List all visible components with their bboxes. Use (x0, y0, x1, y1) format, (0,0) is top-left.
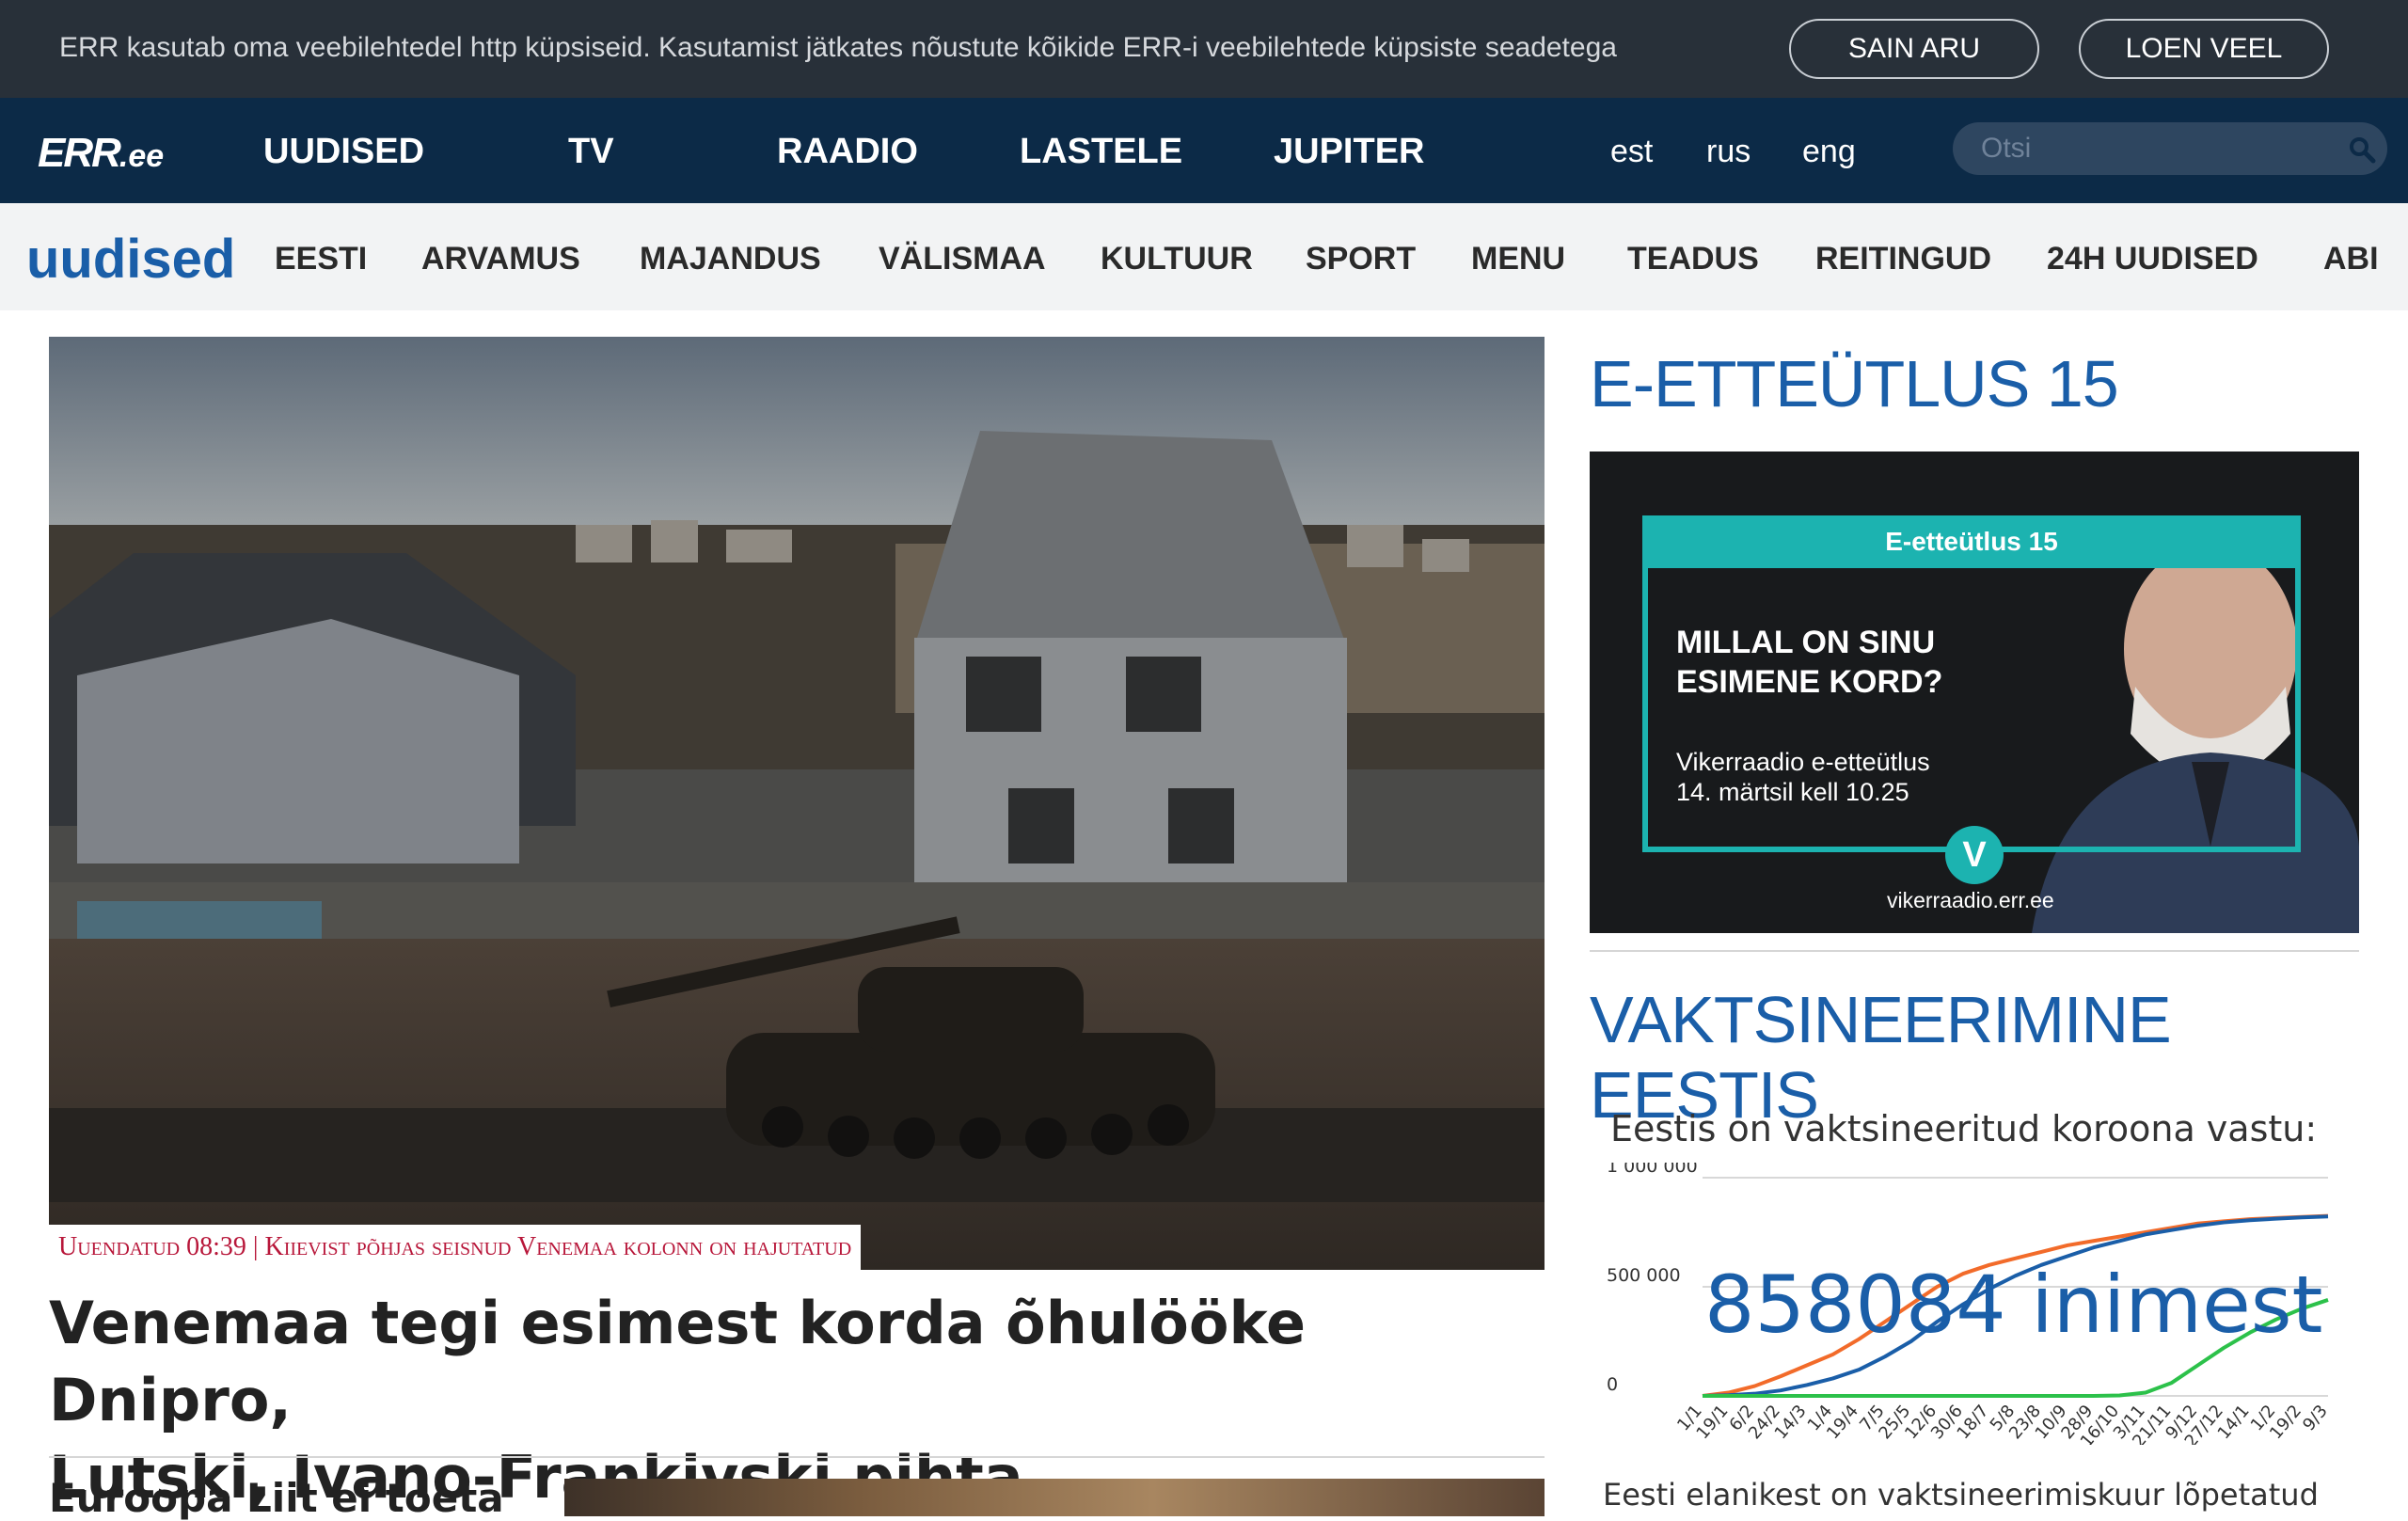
top-nav-lastele[interactable]: LASTELE (1020, 132, 1182, 172)
logo-domain: .ee (119, 138, 165, 174)
vacc-count-value: 858084 (1704, 1259, 2006, 1351)
promo-question-line-1: MILLAL ON SINU (1676, 625, 1936, 660)
cookie-accept-button[interactable]: SAIN ARU (1789, 19, 2039, 79)
section-item-abi[interactable]: ABI (2323, 241, 2379, 277)
chart-y-tick-label: 500 000 (1607, 1265, 1681, 1286)
hero-divider (49, 1456, 1545, 1458)
top-nav: ERR .ee UUDISED TV RAADIO LASTELE JUPITE… (0, 98, 2408, 203)
lang-est[interactable]: est (1610, 134, 1653, 170)
promo-heading[interactable]: E-ETTEÜTLUS 15 (1590, 346, 2119, 421)
vacc-count-readout: 858084 inimest (1704, 1259, 2323, 1351)
section-item-kultuur[interactable]: KULTUUR (1101, 241, 1253, 277)
second-article-title[interactable]: Euroopa Liit ei toeta (49, 1475, 504, 1521)
top-nav-tv[interactable]: TV (568, 132, 614, 172)
cookie-more-button[interactable]: LOEN VEEL (2079, 19, 2329, 79)
section-item-sport[interactable]: SPORT (1306, 241, 1416, 277)
err-logo[interactable]: ERR .ee (38, 130, 165, 176)
hero-image[interactable] (49, 337, 1545, 1270)
promo-info: Vikerraadio e-etteütlus 14. märtsil kell… (1676, 747, 2071, 807)
top-nav-raadio[interactable]: RAADIO (777, 132, 918, 172)
section-item-arvamus[interactable]: ARVAMUS (421, 241, 580, 277)
hero-caption[interactable]: Uuendatud 08:39 | Kiievist põhjas seisnu… (49, 1225, 862, 1270)
promo-info-line-2: 14. märtsil kell 10.25 (1676, 778, 1909, 806)
search-icon[interactable] (2348, 135, 2376, 164)
search-input[interactable] (1981, 130, 2320, 167)
section-brand[interactable]: uudised (26, 228, 235, 291)
vacc-count-unit: inimest (2031, 1259, 2323, 1351)
promo-info-line-1: Vikerraadio e-etteütlus (1676, 748, 1930, 776)
vacc-subtitle: Eestis on vaktsineeritud koroona vastu: (1610, 1108, 2318, 1149)
cookie-text: ERR kasutab oma veebilehtedel http küpsi… (59, 32, 1617, 63)
section-item-majandus[interactable]: MAJANDUS (640, 241, 821, 277)
section-nav: uudised EESTI ARVAMUS MAJANDUS VÄLISMAA … (0, 203, 2408, 310)
promo-question-line-2: ESIMENE KORD? (1676, 664, 1943, 700)
section-item-menu[interactable]: MENU (1471, 241, 1565, 277)
chart-y-tick-label: 1 000 000 (1607, 1163, 1698, 1177)
lang-eng[interactable]: eng (1802, 134, 1856, 170)
search-box (1953, 122, 2387, 175)
promo-banner[interactable]: E-etteütlus 15 MILLAL ON SINU ESIMENE KO… (1590, 452, 2359, 933)
section-item-valismaa[interactable]: VÄLISMAA (879, 241, 1046, 277)
vacc-footer: Eesti elanikest on vaktsineerimiskuur lõ… (1603, 1477, 2319, 1513)
top-nav-uudised[interactable]: UUDISED (263, 132, 424, 172)
hero-scene (49, 337, 1545, 1270)
cookie-bar: ERR kasutab oma veebilehtedel http küpsi… (0, 0, 2408, 98)
lang-rus[interactable]: rus (1706, 134, 1751, 170)
chart-y-tick-label: 0 (1607, 1374, 1618, 1395)
chart-x-tick-label: 9/3 (2299, 1402, 2332, 1435)
hero-title-line-1: Venemaa tegi esimest korda õhulööke Dnip… (49, 1289, 1307, 1434)
sidebar-divider (1590, 950, 2359, 952)
section-item-teadus[interactable]: TEADUS (1627, 241, 1759, 277)
promo-tag: E-etteütlus 15 (1642, 515, 2301, 568)
top-nav-jupiter[interactable]: JUPITER (1274, 132, 1424, 172)
section-item-reitingud[interactable]: REITINGUD (1815, 241, 1991, 277)
section-item-eesti[interactable]: EESTI (275, 241, 367, 277)
promo-question: MILLAL ON SINU ESIMENE KORD? (1676, 623, 2071, 702)
promo-url: vikerraadio.err.ee (1887, 888, 2054, 912)
vikerraadio-logo-icon: V (1945, 826, 2004, 884)
second-article-thumbnail[interactable] (564, 1479, 1545, 1516)
logo-mark: ERR (38, 130, 121, 176)
section-item-24h-uudised[interactable]: 24H UUDISED (2047, 241, 2258, 277)
